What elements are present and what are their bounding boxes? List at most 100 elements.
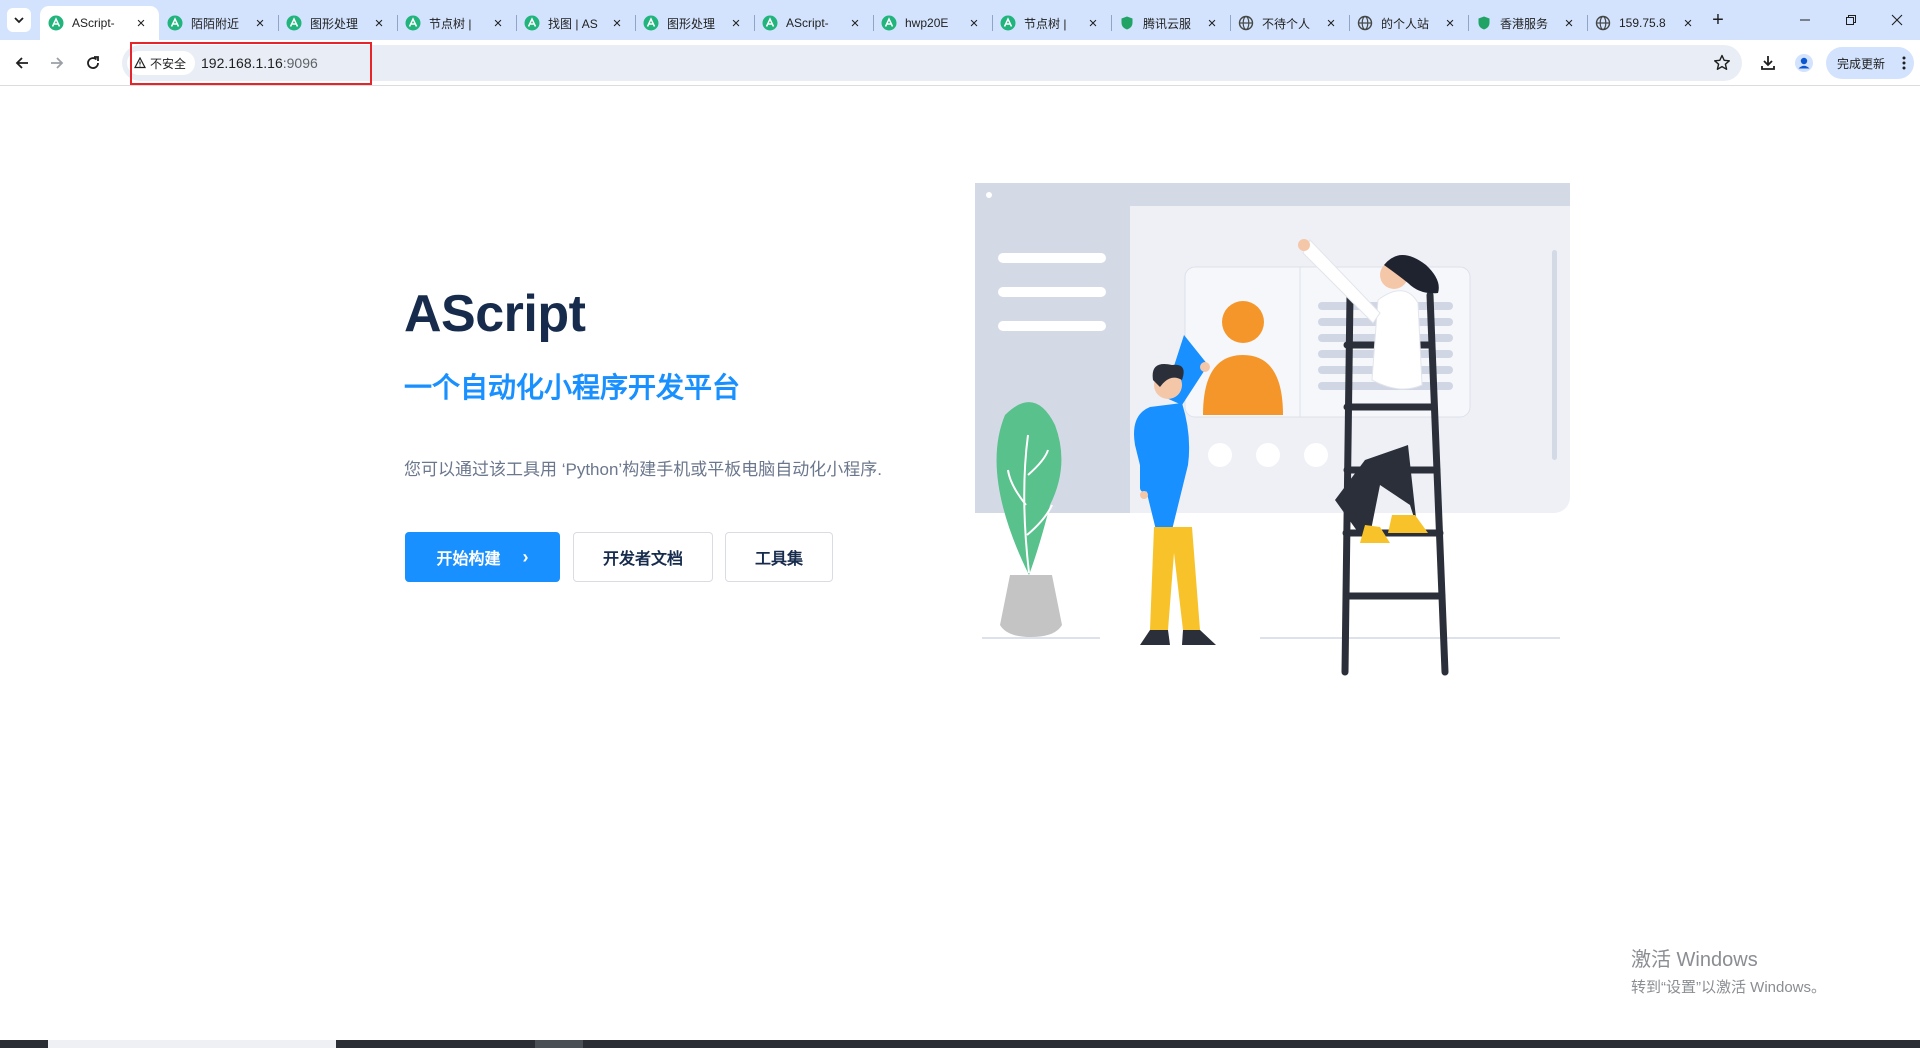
tab-strip: AScript- × 陌陌附近 × 图形处理 × 节点树 | × 找图 | AS × 图形处理 × AS…	[0, 0, 1920, 40]
chevron-right-icon: ›	[522, 546, 529, 567]
bookmark-button[interactable]	[1712, 53, 1732, 73]
taskbar-app[interactable]	[535, 1040, 583, 1048]
tab-close-icon[interactable]: ×	[371, 15, 387, 32]
tab-title: 腾讯云服	[1143, 16, 1192, 31]
reload-icon	[87, 56, 99, 69]
tab-close-icon[interactable]: ×	[1680, 15, 1696, 32]
new-tab-button[interactable]: +	[1706, 8, 1730, 32]
tab-close-icon[interactable]: ×	[1442, 15, 1458, 32]
browser-tab[interactable]: 节点树 | ×	[992, 6, 1111, 40]
more-vert-icon	[1902, 56, 1906, 70]
browser-tab[interactable]: 不待个人 ×	[1230, 6, 1349, 40]
tab-title: 图形处理	[310, 16, 359, 31]
ascript-icon	[643, 15, 659, 31]
downloads-button[interactable]	[1756, 51, 1780, 75]
ascript-icon	[167, 15, 183, 31]
chevron-down-icon	[14, 17, 24, 24]
watermark-line-2: 转到“设置”以激活 Windows。	[1631, 979, 1827, 996]
address-highlight-box	[130, 42, 372, 85]
update-label: 完成更新	[1837, 56, 1886, 71]
close-icon	[1891, 14, 1903, 26]
forward-button[interactable]	[43, 49, 71, 77]
browser-tab[interactable]: 腾讯云服 ×	[1111, 6, 1230, 40]
browser-tab[interactable]: 图形处理 ×	[278, 6, 397, 40]
globe-icon	[1238, 15, 1254, 31]
shield-icon	[1476, 15, 1492, 31]
tab-title: 图形处理	[667, 16, 716, 31]
tab-close-icon[interactable]: ×	[1085, 15, 1101, 32]
tab-title: 香港服务	[1500, 16, 1549, 31]
tab-close-icon[interactable]: ×	[1323, 15, 1339, 32]
tab-close-icon[interactable]: ×	[252, 15, 268, 32]
tab-search-button[interactable]	[7, 8, 31, 32]
window-illustration	[975, 183, 1570, 513]
ascript-icon	[762, 15, 778, 31]
page-title: AScript	[404, 285, 586, 343]
ascript-icon	[1000, 15, 1016, 31]
browser-tab[interactable]: 陌陌附近 ×	[159, 6, 278, 40]
developer-docs-button[interactable]: 开发者文档	[573, 532, 713, 582]
back-button[interactable]	[8, 49, 36, 77]
close-window-button[interactable]	[1874, 0, 1920, 40]
globe-icon	[1595, 15, 1611, 31]
tab-title: 陌陌附近	[191, 16, 240, 31]
plant-illustration	[996, 402, 1062, 637]
tab-close-icon[interactable]: ×	[490, 15, 506, 32]
taskbar-search[interactable]	[48, 1040, 336, 1048]
tab-title: AScript-	[786, 16, 829, 30]
tab-close-icon[interactable]: ×	[966, 15, 982, 32]
ascript-icon	[524, 15, 540, 31]
ascript-icon	[48, 15, 64, 31]
tab-title: 节点树 |	[1024, 16, 1067, 31]
start-build-button[interactable]: 开始构建 ›	[405, 532, 560, 582]
tab-title: 的个人站	[1381, 16, 1430, 31]
browser-tab[interactable]: 的个人站 ×	[1349, 6, 1468, 40]
tab-title: AScript-	[72, 16, 115, 30]
restore-icon	[1846, 15, 1856, 25]
tab-close-icon[interactable]: ×	[847, 15, 863, 32]
browser-tab[interactable]: 图形处理 ×	[635, 6, 754, 40]
browser-tab[interactable]: AScript- ×	[40, 6, 159, 40]
tab-title: 159.75.8	[1619, 16, 1666, 30]
browser-tab[interactable]: hwp20E ×	[873, 6, 992, 40]
developer-docs-label: 开发者文档	[602, 551, 683, 568]
browser-tab[interactable]: 香港服务 ×	[1468, 6, 1587, 40]
minimize-button[interactable]	[1782, 0, 1828, 40]
tab-close-icon[interactable]: ×	[1204, 15, 1220, 32]
ascript-icon	[286, 15, 302, 31]
windows-activation-watermark: 激活 Windows 转到“设置”以激活 Windows。	[1631, 943, 1826, 997]
shield-icon	[1119, 15, 1135, 31]
reload-button[interactable]	[79, 49, 107, 77]
minimize-icon	[1800, 19, 1810, 21]
tab-close-icon[interactable]: ×	[728, 15, 744, 32]
page-subtitle: 一个自动化小程序开发平台	[404, 372, 741, 403]
browser-tab[interactable]: 节点树 | ×	[397, 6, 516, 40]
tab-list: AScript- × 陌陌附近 × 图形处理 × 节点树 | × 找图 | AS × 图形处理 × AS…	[40, 6, 1706, 40]
tab-title: 找图 | AS	[548, 16, 598, 31]
browser-tab[interactable]: 找图 | AS ×	[516, 6, 635, 40]
star-icon	[1714, 54, 1730, 70]
toolset-button[interactable]: 工具集	[725, 532, 833, 582]
tab-close-icon[interactable]: ×	[1561, 15, 1577, 32]
globe-icon	[1357, 15, 1373, 31]
tab-title: 不待个人	[1262, 16, 1311, 31]
page-description: 您可以通过该工具用 ‘Python’构建手机或平板电脑自动化小程序.	[404, 460, 882, 479]
tab-close-icon[interactable]: ×	[609, 15, 625, 32]
download-icon	[1761, 56, 1775, 70]
avatar-icon	[1795, 54, 1813, 72]
hero-illustration	[975, 183, 1570, 676]
browser-tab[interactable]: AScript- ×	[754, 6, 873, 40]
ascript-icon	[405, 15, 421, 31]
windows-taskbar	[0, 1040, 1920, 1048]
toolset-label: 工具集	[754, 551, 803, 568]
restore-button[interactable]	[1828, 0, 1874, 40]
browser-tab[interactable]: 159.75.8 ×	[1587, 6, 1706, 40]
arrow-left-icon	[15, 57, 28, 69]
watermark-line-1: 激活 Windows	[1631, 949, 1758, 971]
ascript-icon	[881, 15, 897, 31]
tab-close-icon[interactable]: ×	[133, 15, 149, 32]
start-build-label: 开始构建	[436, 551, 501, 568]
tab-title: hwp20E	[905, 16, 949, 30]
profile-button[interactable]	[1792, 51, 1816, 75]
update-button[interactable]: 完成更新	[1826, 47, 1914, 79]
